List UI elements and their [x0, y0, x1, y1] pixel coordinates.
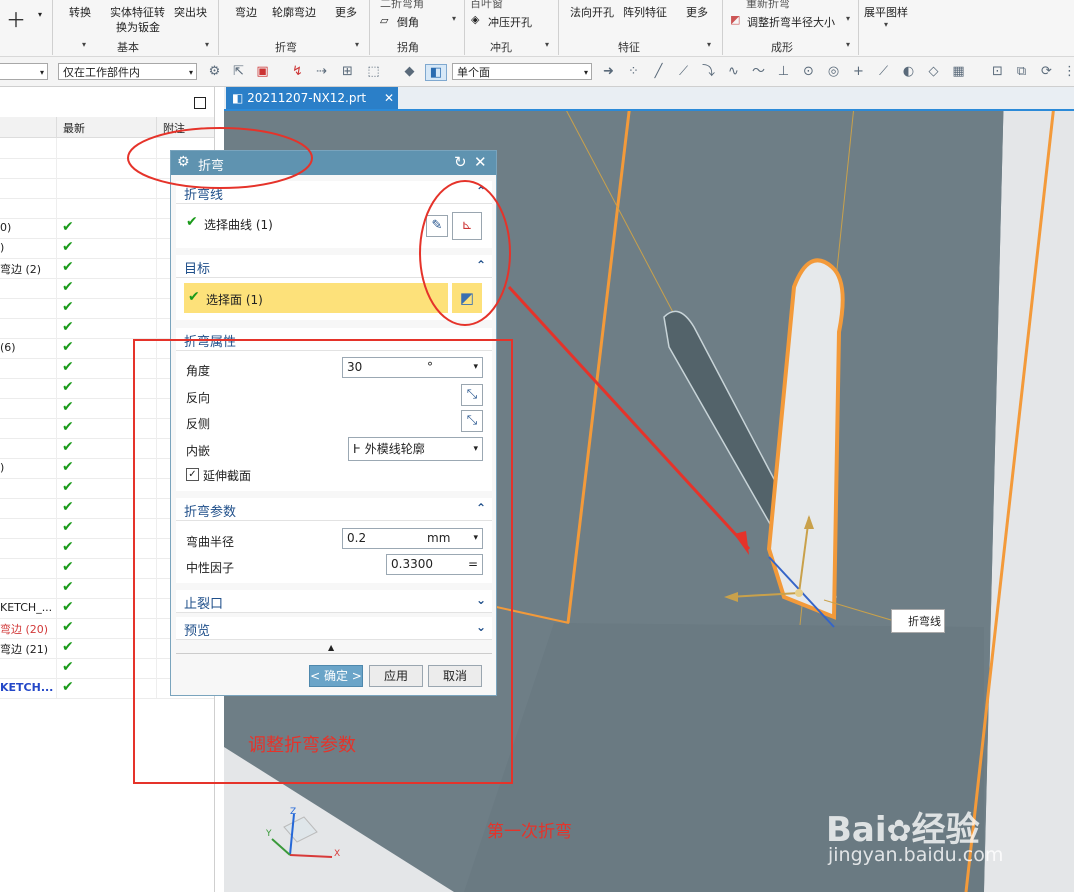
title-circle: [127, 127, 313, 189]
selection-circle: [419, 180, 511, 326]
watermark-url: jingyan.baidu.com: [828, 844, 1004, 866]
annotation-layer: [127, 127, 513, 784]
adjust-annotation: 调整折弯参数: [248, 735, 356, 756]
parameters-box: [133, 339, 513, 784]
first-bend-annotation: 第一次折弯: [487, 822, 572, 842]
